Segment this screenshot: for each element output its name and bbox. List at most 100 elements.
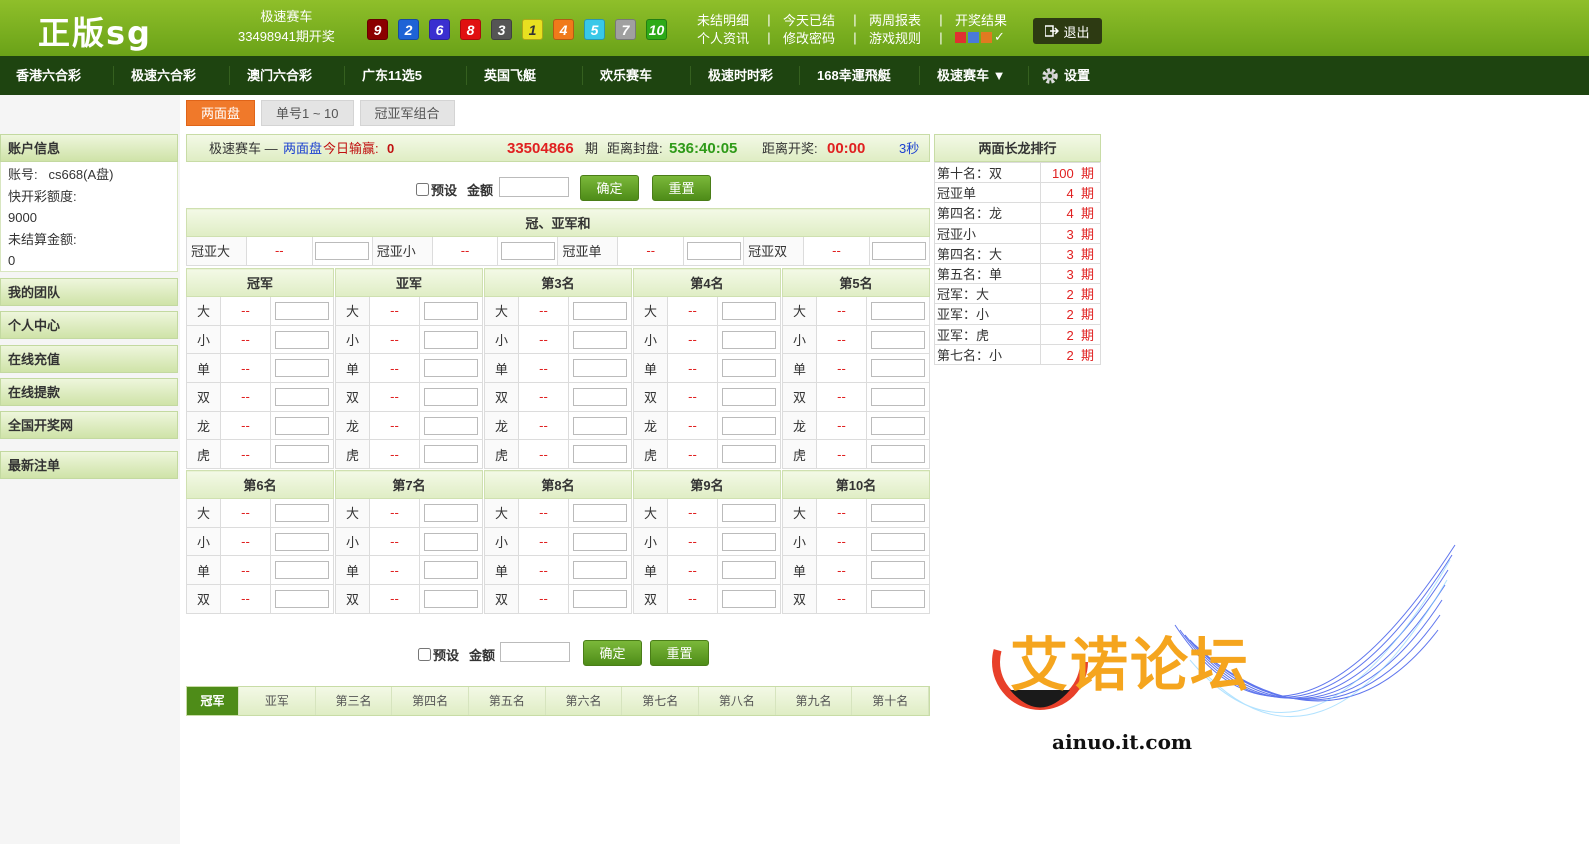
logout-button[interactable]: 退出	[1033, 18, 1102, 44]
preset-checkbox-bottom[interactable]	[418, 648, 431, 661]
color-swatch[interactable]	[968, 32, 979, 44]
color-swatch[interactable]	[981, 32, 992, 44]
bet-amount-input[interactable]	[275, 416, 329, 435]
position-tab[interactable]: 第四名	[392, 687, 470, 715]
position-tab[interactable]: 亚军	[239, 687, 316, 715]
refresh-timer[interactable]: 3秒	[899, 135, 919, 163]
nav-item[interactable]: 极速六合彩	[131, 56, 196, 95]
header-link[interactable]: 游戏规则	[869, 28, 927, 47]
color-swatch[interactable]	[955, 32, 966, 44]
bet-amount-input[interactable]	[424, 359, 478, 378]
position-tab[interactable]: 第三名	[316, 687, 393, 715]
nav-item[interactable]: 极速时时彩	[708, 56, 773, 95]
header-link[interactable]: 两周报表	[869, 10, 927, 29]
bet-amount-input[interactable]	[573, 532, 627, 551]
position-tab[interactable]: 第七名	[622, 687, 700, 715]
bet-amount-input[interactable]	[722, 387, 776, 406]
sidebar-menu-item[interactable]: 最新注单	[0, 451, 178, 479]
bet-amount-input[interactable]	[871, 416, 925, 435]
bet-amount-input[interactable]	[573, 301, 627, 320]
header-link[interactable]: 开奖结果	[955, 10, 1013, 29]
bet-amount-input[interactable]	[871, 589, 925, 608]
bet-amount-input[interactable]	[275, 301, 329, 320]
nav-item[interactable]: 澳门六合彩	[247, 56, 312, 95]
header-link[interactable]: 今天已结	[783, 10, 841, 29]
sidebar-menu-item[interactable]: 在线提款	[0, 378, 178, 406]
bet-amount-input[interactable]	[871, 330, 925, 349]
nav-settings[interactable]: 设置	[1040, 56, 1090, 95]
bet-amount-input[interactable]	[424, 532, 478, 551]
preset-toggle[interactable]: 预设	[416, 180, 457, 199]
bet-amount-input[interactable]	[424, 589, 478, 608]
bet-amount-input[interactable]	[722, 445, 776, 464]
bet-amount-input[interactable]	[275, 330, 329, 349]
bet-amount-input[interactable]	[722, 532, 776, 551]
bet-amount-input[interactable]	[424, 330, 478, 349]
bet-amount-input[interactable]	[573, 387, 627, 406]
bet-amount-input[interactable]	[871, 387, 925, 406]
bet-amount-input[interactable]	[500, 241, 555, 260]
bet-amount-input[interactable]	[722, 561, 776, 580]
tab-single-number[interactable]: 单号1 ~ 10	[261, 100, 354, 126]
confirm-button-bottom[interactable]: 确定	[583, 640, 642, 666]
bet-amount-input[interactable]	[424, 387, 478, 406]
position-tab[interactable]: 第十名	[852, 687, 930, 715]
nav-item[interactable]: 广东11选5	[362, 56, 422, 95]
bet-amount-input[interactable]	[871, 445, 925, 464]
amount-input-bottom[interactable]	[500, 642, 570, 662]
bet-amount-input[interactable]	[871, 532, 925, 551]
bet-amount-input[interactable]	[722, 416, 776, 435]
sidebar-menu-item[interactable]: 我的团队	[0, 278, 178, 306]
bet-amount-input[interactable]	[722, 359, 776, 378]
bet-amount-input[interactable]	[424, 445, 478, 464]
position-tab[interactable]: 冠军	[187, 687, 239, 715]
bet-amount-input[interactable]	[722, 301, 776, 320]
bet-amount-input[interactable]	[871, 359, 925, 378]
bet-amount-input[interactable]	[686, 241, 741, 260]
position-tab[interactable]: 第六名	[546, 687, 623, 715]
bet-amount-input[interactable]	[424, 301, 478, 320]
bet-amount-input[interactable]	[871, 301, 925, 320]
bet-amount-input[interactable]	[275, 589, 329, 608]
nav-item[interactable]: 欢乐赛车	[600, 56, 652, 95]
nav-item[interactable]: 极速赛车 ▼	[937, 56, 1005, 95]
header-link[interactable]: 未结明细	[697, 10, 755, 29]
bet-amount-input[interactable]	[573, 561, 627, 580]
amount-input[interactable]	[499, 177, 569, 197]
bet-amount-input[interactable]	[573, 359, 627, 378]
bet-amount-input[interactable]	[722, 503, 776, 522]
bet-amount-input[interactable]	[275, 561, 329, 580]
bet-amount-input[interactable]	[424, 416, 478, 435]
bet-amount-input[interactable]	[275, 445, 329, 464]
reset-button[interactable]: 重置	[652, 175, 711, 201]
sidebar-menu-item[interactable]: 在线充值	[0, 345, 178, 373]
nav-item[interactable]: 英国飞艇	[484, 56, 536, 95]
header-link[interactable]: 个人资讯	[697, 28, 755, 47]
bet-amount-input[interactable]	[872, 241, 927, 260]
preset-toggle-bottom[interactable]: 预设	[418, 645, 459, 664]
tab-two-sides[interactable]: 两面盘	[186, 100, 256, 126]
bet-amount-input[interactable]	[573, 416, 627, 435]
bet-amount-input[interactable]	[871, 561, 925, 580]
sidebar-menu-item[interactable]: 个人中心	[0, 311, 178, 339]
bet-amount-input[interactable]	[275, 359, 329, 378]
color-theme-picker[interactable]: ✓	[955, 29, 1005, 45]
bet-amount-input[interactable]	[871, 503, 925, 522]
bet-amount-input[interactable]	[573, 503, 627, 522]
tab-combo[interactable]: 冠亚军组合	[359, 100, 455, 126]
bet-amount-input[interactable]	[424, 503, 478, 522]
position-tab[interactable]: 第五名	[469, 687, 546, 715]
sidebar-menu-item[interactable]: 全国开奖网	[0, 411, 178, 439]
bet-amount-input[interactable]	[573, 589, 627, 608]
bet-amount-input[interactable]	[275, 532, 329, 551]
bet-amount-input[interactable]	[275, 387, 329, 406]
bet-amount-input[interactable]	[315, 241, 370, 260]
reset-button-bottom[interactable]: 重置	[650, 640, 709, 666]
bet-amount-input[interactable]	[424, 561, 478, 580]
bet-amount-input[interactable]	[573, 330, 627, 349]
position-tab[interactable]: 第九名	[776, 687, 853, 715]
preset-checkbox[interactable]	[416, 183, 429, 196]
bet-amount-input[interactable]	[275, 503, 329, 522]
nav-item[interactable]: 168幸運飛艇	[817, 56, 891, 95]
bet-amount-input[interactable]	[722, 589, 776, 608]
